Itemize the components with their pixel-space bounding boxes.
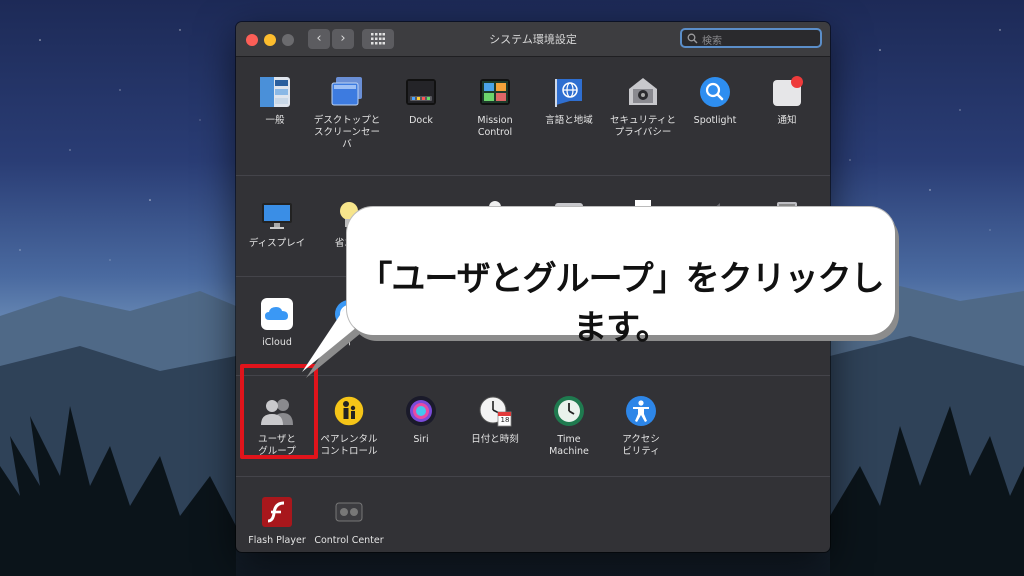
pref-siri[interactable]: Siri [386, 394, 456, 446]
language-region-icon [552, 75, 586, 109]
section-other: Flash Player Control Center [236, 477, 830, 552]
pref-label: Mission Control [477, 115, 513, 138]
pref-label: Siri [413, 434, 429, 445]
pref-desktop-screensaver[interactable]: デスクトップと スクリーンセーバ [312, 75, 382, 151]
pref-language-region[interactable]: 言語と地域 [534, 75, 604, 127]
pref-spotlight[interactable]: Spotlight [680, 75, 750, 127]
pref-label: デスクトップと スクリーンセーバ [313, 115, 381, 150]
search-field[interactable]: 検索 [680, 28, 822, 48]
control-center-icon [332, 495, 366, 529]
dock-icon [404, 75, 438, 109]
pref-label: アクセシ ビリティ [622, 434, 660, 457]
pref-parental-controls[interactable]: ペアレンタル コントロール [314, 394, 384, 458]
pref-label: Time Machine [549, 434, 589, 457]
parental-controls-icon [332, 394, 366, 428]
instruction-callout: 「ユーザとグループ」をクリックします。 [347, 207, 895, 348]
pref-label: 通知 [777, 115, 797, 126]
pref-label: ディスプレイ [248, 238, 306, 249]
callout-text: 「ユーザとグループ」をクリックします。 [358, 259, 884, 348]
search-icon [687, 33, 698, 44]
pref-time-machine[interactable]: Time Machine [534, 394, 604, 458]
pref-security-privacy[interactable]: セキュリティと プライバシー [608, 75, 678, 139]
pref-label: Flash Player [248, 535, 306, 546]
pref-flash-player[interactable]: Flash Player [242, 495, 312, 547]
display-icon [260, 198, 294, 232]
pref-accessibility[interactable]: アクセシ ビリティ [606, 394, 676, 458]
pref-label: Control Center [314, 535, 384, 546]
accessibility-icon [624, 394, 658, 428]
pref-control-center[interactable]: Control Center [314, 495, 384, 547]
pref-label: ペアレンタル コントロール [320, 434, 378, 457]
spotlight-icon [698, 75, 732, 109]
pref-label: 一般 [265, 115, 285, 126]
pref-date-time[interactable]: 18 日付と時刻 [460, 394, 530, 446]
pref-dock[interactable]: Dock [386, 75, 456, 127]
siri-icon [404, 394, 438, 428]
pref-label: Dock [409, 115, 433, 126]
pref-label: 言語と地域 [545, 115, 593, 126]
security-icon [626, 75, 660, 109]
pref-general[interactable]: 一般 [240, 75, 310, 127]
general-icon [258, 75, 292, 109]
pref-label: セキュリティと プライバシー [610, 115, 676, 138]
pref-label: Spotlight [693, 115, 737, 126]
date-time-icon: 18 [478, 394, 512, 428]
pref-label: 日付と時刻 [471, 434, 519, 445]
calendar-day: 18 [500, 416, 510, 424]
time-machine-icon [552, 394, 586, 428]
desktop-icon [330, 75, 364, 109]
flash-player-icon [260, 495, 294, 529]
pref-display[interactable]: ディスプレイ [242, 198, 312, 250]
mission-control-icon [478, 75, 512, 109]
notifications-icon [770, 75, 804, 109]
search-placeholder: 検索 [702, 36, 722, 47]
title-bar: ‹ › システム環境設定 検索 [236, 22, 830, 57]
section-personal: 一般 デスクトップと スクリーンセーバ Dock Mission Control… [236, 57, 830, 176]
icloud-icon [260, 297, 294, 331]
pref-mission-control[interactable]: Mission Control [460, 75, 530, 139]
pref-notifications[interactable]: 通知 [752, 75, 822, 127]
section-system: ユーザと グループ ペアレンタル コントロール Siri 18 日付と時刻 Ti… [236, 376, 830, 477]
